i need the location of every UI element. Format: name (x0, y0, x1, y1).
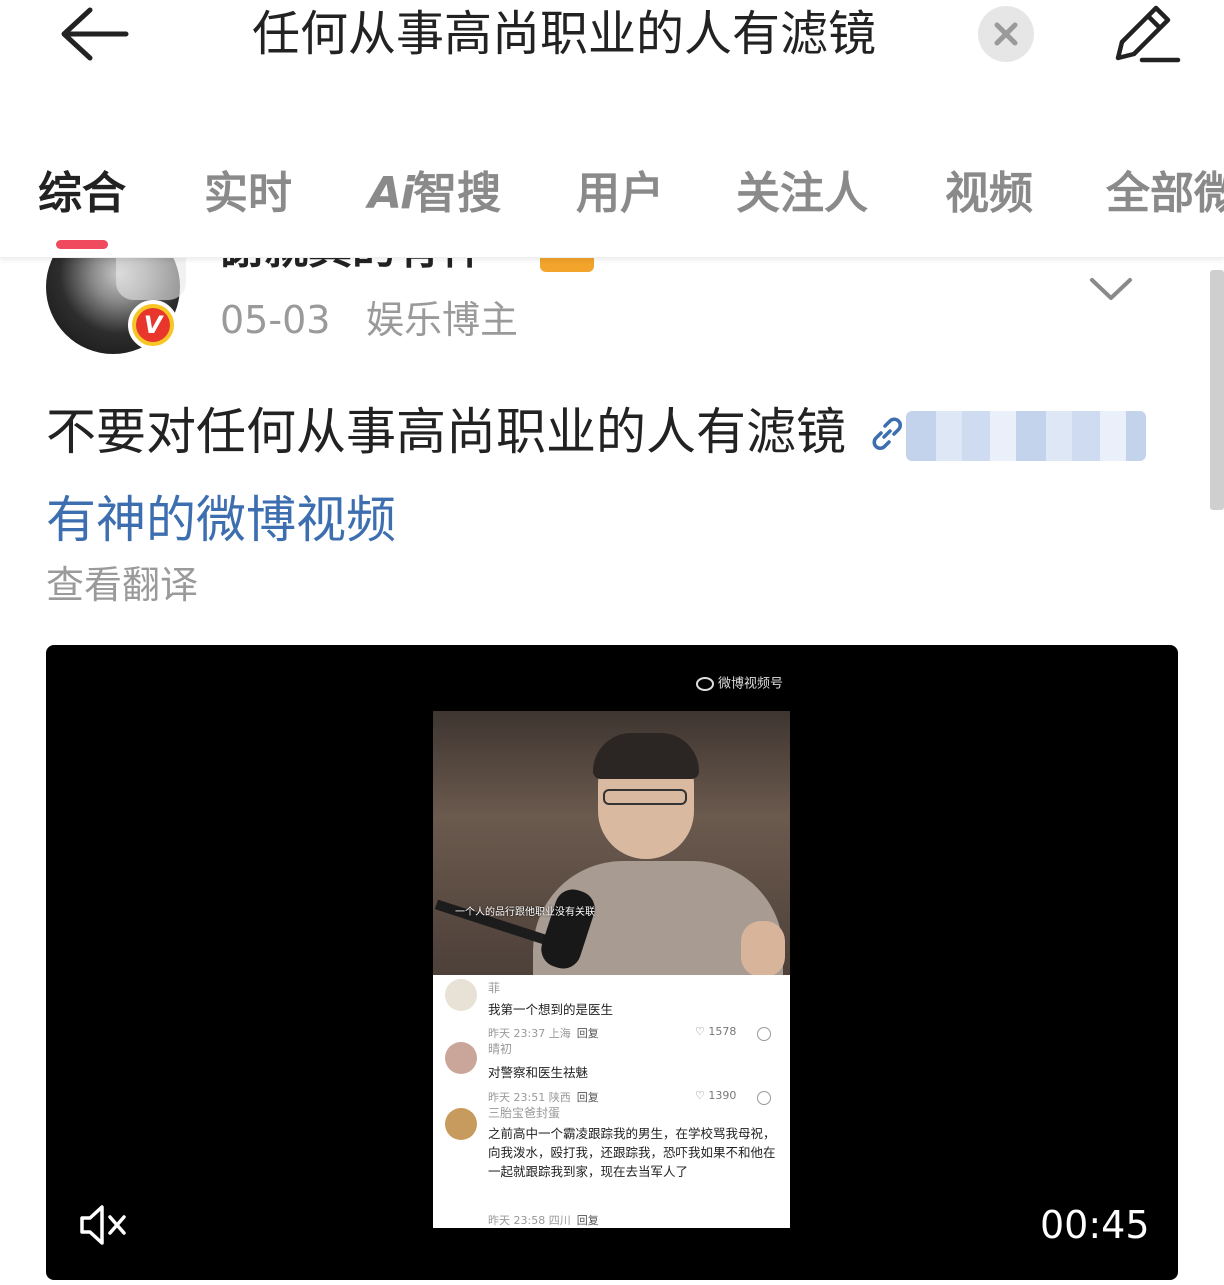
search-query[interactable]: 任何从事高尚职业的人有滤镜 (252, 4, 952, 64)
comment-text: 对警察和医生祛魅 (488, 1065, 589, 1080)
comment-time: 昨天 23:51 陕西 (488, 1091, 571, 1104)
emoji-icon (757, 1027, 771, 1041)
ai-logo: Ai (368, 168, 415, 219)
arrow-left-icon (61, 7, 129, 61)
tab-comprehensive[interactable]: 综合 (38, 166, 126, 222)
hand (741, 921, 785, 975)
comment-list: 菲 我第一个想到的是医生 昨天 23:37 上海 回复 ♡ 1578 晴初 对警察… (433, 975, 790, 1228)
reply-label: 回复 (576, 1091, 599, 1104)
tab-label: 实时 (204, 168, 292, 219)
pencil-icon (1115, 5, 1181, 63)
tab-label: 综合 (38, 168, 126, 219)
like-number: 1390 (708, 1089, 737, 1102)
tab-label: 关注人 (736, 168, 868, 219)
avatar-figure (116, 258, 186, 300)
glasses (603, 789, 687, 805)
post-header: V 謝就真的有神 05-03 娱乐博主 (0, 258, 1224, 358)
author-name[interactable]: 謝就真的有神 (220, 258, 484, 274)
tab-all-weibo[interactable]: 全部微 (1106, 166, 1224, 222)
mute-button[interactable] (76, 1201, 130, 1249)
post-content: 不要对任何从事高尚职业的人有滤镜 有神的微博视频 (46, 390, 1216, 562)
video-subtitle: 一个人的品行跟他职业没有关联 (455, 907, 595, 918)
video-watermark: 微博视频号 (696, 677, 783, 692)
tab-users[interactable]: 用户 (576, 166, 664, 222)
reply-label: 回复 (576, 1214, 599, 1227)
author-role: 娱乐博主 (366, 298, 519, 342)
comment-time: 昨天 23:37 上海 (488, 1027, 571, 1040)
chevron-down-icon (1090, 278, 1132, 300)
translate-link[interactable]: 查看翻译 (46, 560, 198, 610)
reply-label: 回复 (576, 1027, 599, 1040)
tab-video[interactable]: 视频 (945, 166, 1033, 222)
post-date: 05-03 (220, 298, 331, 342)
blurred-link-text[interactable] (906, 410, 1146, 461)
video-scene: 一个人的品行跟他职业没有关联 (433, 711, 790, 975)
comment-meta: 昨天 23:58 四川 回复 (488, 1212, 599, 1228)
video-frame: 一个人的品行跟他职业没有关联 菲 我第一个想到的是医生 昨天 23:37 上海回… (433, 711, 790, 1228)
tab-label: 全部微 (1106, 168, 1224, 219)
verified-badge-icon: V (128, 300, 178, 350)
tab-label: 智搜 (413, 168, 502, 219)
vip-badge-icon (540, 258, 594, 272)
close-icon (994, 22, 1018, 46)
video-player[interactable]: 微博视频号 一个人的品行跟他职业没有关联 菲 我第一个想到的是医生 昨天 23:… (46, 645, 1178, 1280)
tab-realtime[interactable]: 实时 (204, 166, 292, 222)
watermark-text: 微博视频号 (718, 676, 784, 692)
tab-label: 用户 (576, 168, 664, 219)
tab-ai-search[interactable]: Ai智搜 (368, 166, 501, 222)
comment-author: 菲 (488, 981, 501, 995)
comment-author: 晴初 (488, 1042, 513, 1056)
post-menu-button[interactable] (1088, 274, 1134, 304)
post-text: 不要对任何从事高尚职业的人有滤镜 (46, 403, 846, 461)
comment-meta: 昨天 23:37 上海 回复 (488, 1025, 599, 1041)
avatar (445, 1108, 477, 1140)
comment-text: 我第一个想到的是医生 (488, 1002, 614, 1017)
comment-meta: 昨天 23:51 陕西 回复 (488, 1089, 599, 1105)
emoji-icon (757, 1091, 771, 1105)
person-hair (593, 733, 699, 779)
avatar (445, 979, 477, 1011)
tab-label: 视频 (945, 168, 1033, 219)
comment-text: 之前高中一个霸凌跟踪我的男生，在学校骂我母祝，向我泼水，殴打我，还跟踪我，恐吓我… (488, 1126, 776, 1179)
speaker-muted-icon (80, 1205, 126, 1245)
back-button[interactable] (56, 2, 134, 66)
link-icon (868, 394, 906, 478)
clear-search-button[interactable] (978, 6, 1034, 62)
tab-following[interactable]: 关注人 (736, 166, 868, 222)
video-link[interactable]: 有神的微博视频 (46, 491, 396, 549)
edit-button[interactable] (1108, 0, 1182, 66)
video-duration: 00:45 (1040, 1203, 1150, 1247)
active-tab-indicator (56, 240, 108, 249)
like-number: 1578 (708, 1025, 737, 1038)
comment-author: 三胎宝爸封蛋 (488, 1106, 561, 1120)
like-count: ♡ 1578 (695, 1025, 737, 1038)
like-count: ♡ 1390 (695, 1089, 737, 1102)
comment-time: 昨天 23:58 四川 (488, 1214, 571, 1227)
avatar (445, 1042, 477, 1074)
weibo-logo-icon (696, 677, 714, 691)
tab-bar: 综合 实时 Ai智搜 用户 关注人 视频 全部微 (0, 150, 1224, 258)
search-header: 任何从事高尚职业的人有滤镜 (0, 0, 1224, 130)
